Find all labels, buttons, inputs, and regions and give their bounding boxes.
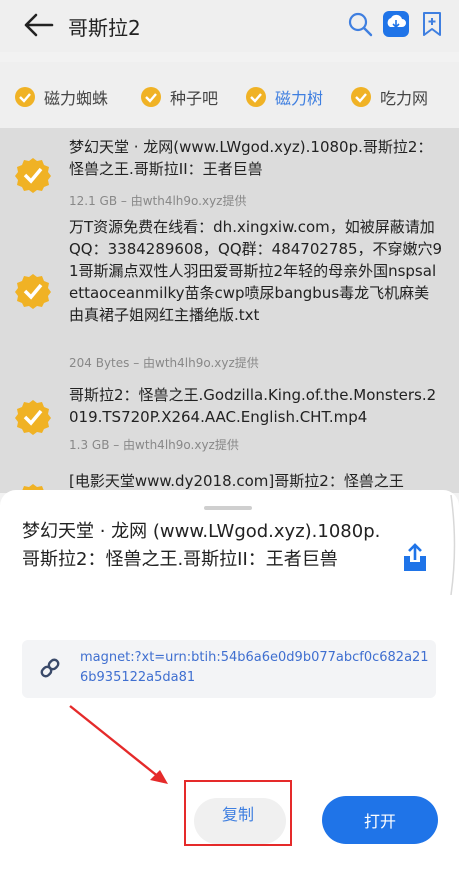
tab-label: 磁力树: [275, 89, 324, 108]
list-item[interactable]: 梦幻天堂 · 龙网(www.LWgod.xyz).1080p.哥斯拉2：怪兽之王…: [0, 136, 459, 208]
tab-label: 种子吧: [170, 89, 219, 108]
check-badge-icon: [246, 87, 266, 107]
tab-seed-bar[interactable]: 种子吧: [140, 82, 218, 112]
bookmark-add-icon[interactable]: [418, 10, 446, 38]
check-badge-icon: [15, 400, 51, 435]
magnet-link-text[interactable]: magnet:?xt=urn:btih:54b6a6e0d9b077abcf0c…: [80, 648, 430, 688]
tab-label: 磁力蜘蛛: [44, 89, 109, 108]
tab-chili-net[interactable]: 吃力网: [350, 82, 428, 112]
source-tabs: 磁力蜘蛛 种子吧 磁力树 吃力网: [0, 62, 459, 128]
result-name: 哥斯拉2：怪兽之王.Godzilla.King.of.the.Monsters.…: [69, 386, 437, 426]
back-arrow-icon[interactable]: [22, 10, 56, 40]
result-meta: 1.3 GB – 由wth4lh9o.xyz提供: [69, 438, 239, 452]
sheet-edge-shadow: [450, 495, 456, 595]
list-item[interactable]: 万T资源免费在线看：dh.xingxiw.com，如被屏蔽请加QQ：338428…: [0, 216, 459, 370]
tab-magnet-tree[interactable]: 磁力树: [245, 82, 323, 112]
result-meta: 204 Bytes – 由wth4lh9o.xyz提供: [69, 356, 259, 370]
check-badge-icon: [15, 274, 51, 309]
sheet-drag-handle[interactable]: [204, 506, 252, 510]
list-item[interactable]: 哥斯拉2：怪兽之王.Godzilla.King.of.the.Monsters.…: [0, 384, 459, 454]
result-name: 梦幻天堂 · 龙网(www.LWgod.xyz).1080p.哥斯拉2：怪兽之王…: [69, 138, 433, 178]
open-label: 打开: [363, 812, 396, 831]
results-list: 梦幻天堂 · 龙网(www.LWgod.xyz).1080p.哥斯拉2：怪兽之王…: [0, 128, 459, 493]
copy-label: 复制: [221, 805, 254, 824]
cloud-download-icon[interactable]: [382, 10, 410, 38]
tab-label: 吃力网: [380, 89, 429, 108]
result-name: 万T资源免费在线看：dh.xingxiw.com，如被屏蔽请加QQ：338428…: [69, 218, 443, 324]
result-meta: 12.1 GB – 由wth4lh9o.xyz提供: [69, 194, 247, 208]
link-icon: [40, 658, 60, 678]
page-title: 哥斯拉2: [68, 16, 141, 40]
result-name: [电影天堂www.dy2018.com]哥斯拉2：怪兽之王: [69, 472, 404, 490]
sheet-title: 梦幻天堂 · 龙网 (www.LWgod.xyz).1080p.哥斯拉2：怪兽之…: [22, 521, 381, 570]
tab-magnet-spider[interactable]: 磁力蜘蛛: [14, 82, 108, 112]
annotation-arrow: [69, 705, 168, 784]
open-button[interactable]: 打开: [322, 796, 438, 844]
check-badge-icon: [141, 87, 161, 107]
search-icon[interactable]: [346, 10, 374, 38]
check-badge-icon: [15, 158, 51, 193]
share-icon[interactable]: [401, 542, 429, 574]
top-bar: 哥斯拉2: [0, 0, 459, 52]
copy-button[interactable]: 复制: [184, 780, 292, 846]
check-badge-icon: [351, 87, 371, 107]
check-badge-icon: [15, 87, 35, 107]
